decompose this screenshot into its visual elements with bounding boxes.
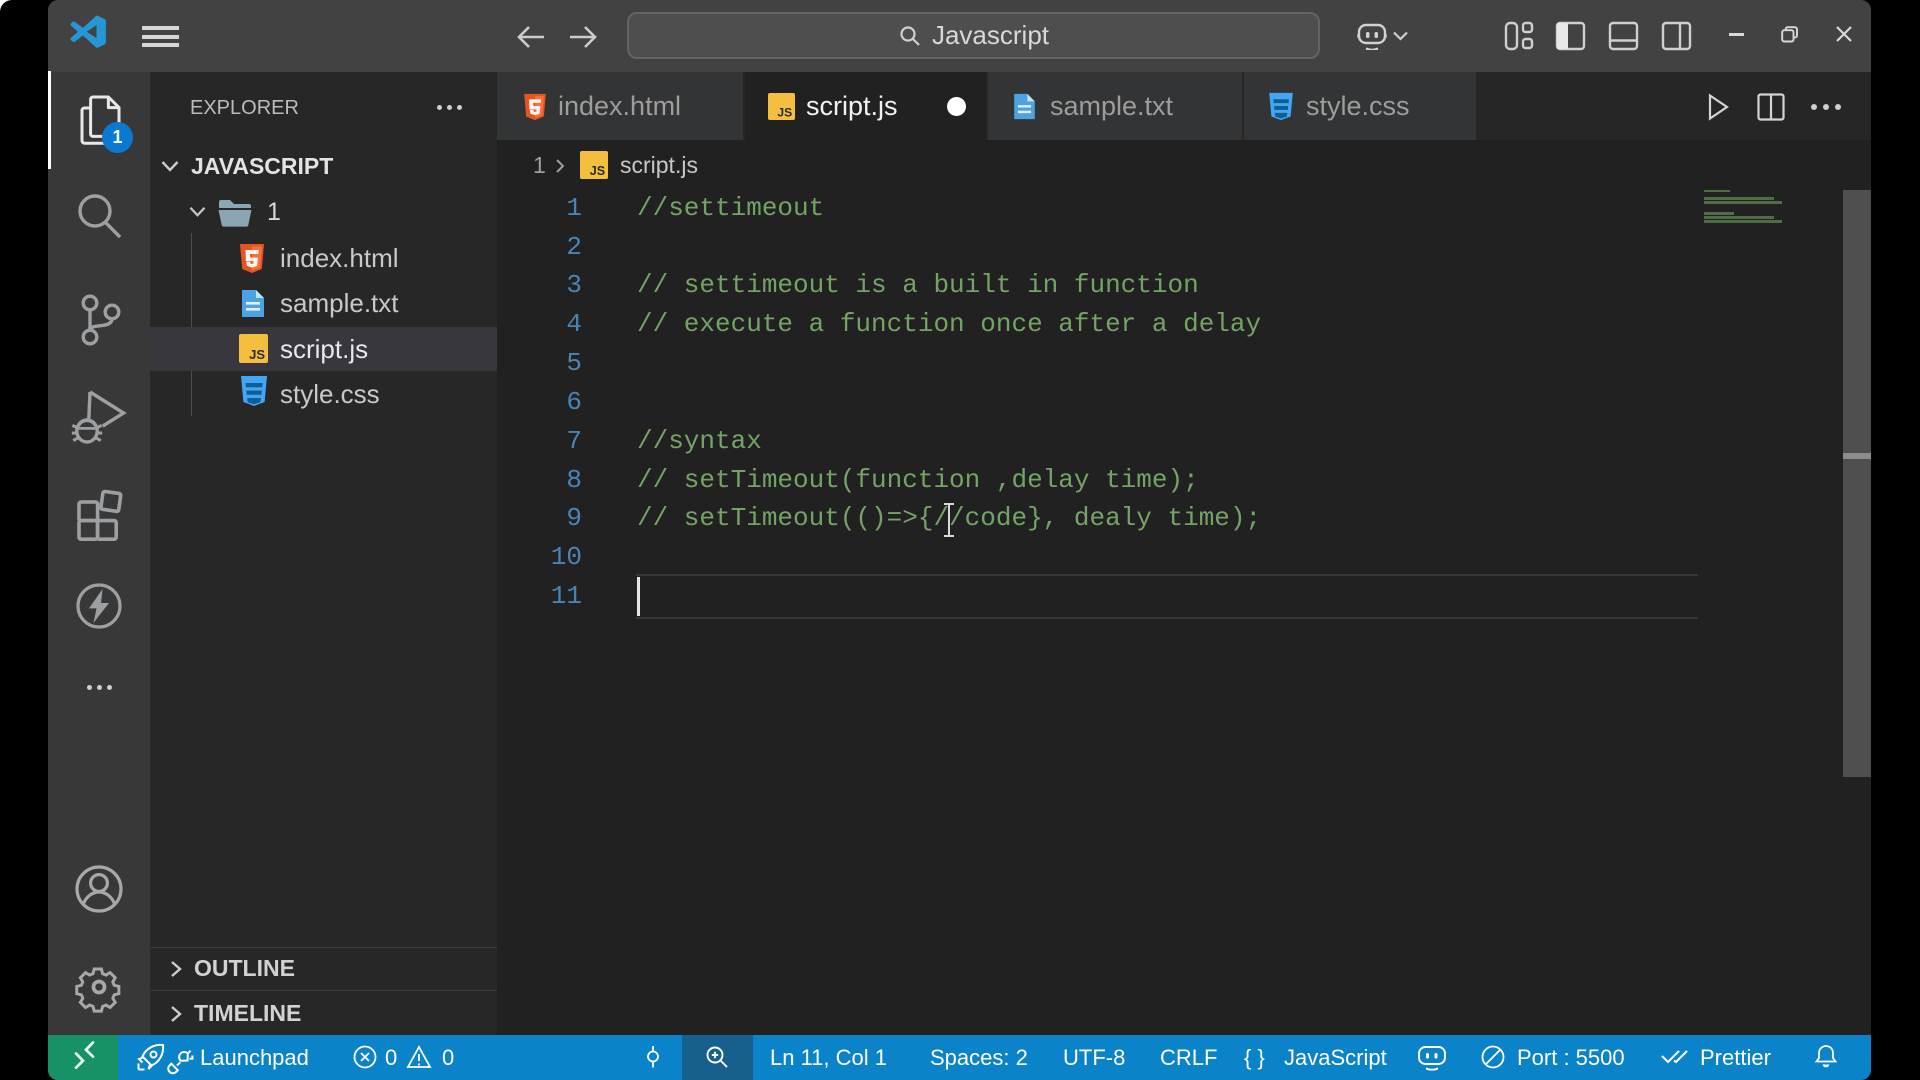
svg-text:JS: JS bbox=[590, 164, 605, 178]
svg-text:JS: JS bbox=[777, 105, 792, 119]
svg-text:JS: JS bbox=[249, 347, 265, 362]
